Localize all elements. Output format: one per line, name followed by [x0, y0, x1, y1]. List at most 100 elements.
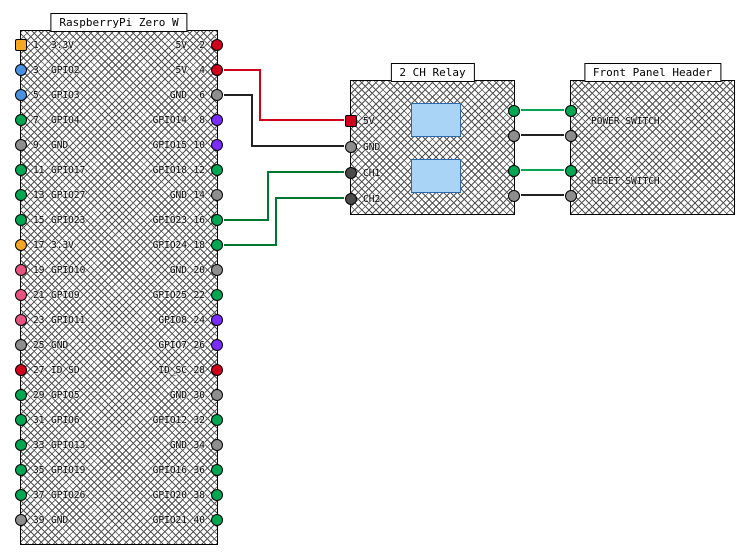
pi-pin-num-23: 23: [33, 315, 44, 326]
fph-left-pin-3: [565, 190, 577, 202]
pi-pin-num-3: 3: [33, 65, 39, 76]
pi-pin-num-15: 15: [33, 215, 44, 226]
pi-pin-label-34: GND: [170, 440, 187, 451]
pi-pin-22: [211, 289, 223, 301]
pi-pin-num-12: 12: [194, 165, 205, 176]
pi-pin-14: [211, 189, 223, 201]
pi-pin-35: [15, 464, 27, 476]
pi-pin-label-10: GPIO15: [153, 140, 187, 151]
pi-pin-32: [211, 414, 223, 426]
pi-pin-label-28: ID_SC: [158, 365, 187, 376]
pi-pin-8: [211, 114, 223, 126]
pi-pin-label-1: 3.3V: [51, 40, 74, 51]
pi-pin-28: [211, 364, 223, 376]
pi-pin-21: [15, 289, 27, 301]
relay-left-pin-1: [345, 141, 357, 153]
pi-pin-num-8: 8: [199, 115, 205, 126]
pi-pin-num-2: 2: [199, 40, 205, 51]
board-raspberry-pi: RaspberryPi Zero W 13.3V3GPIO25GPIO37GPI…: [20, 30, 218, 545]
relay-left-label-3: CH2: [363, 194, 380, 205]
pi-pin-label-15: GPIO23: [51, 215, 85, 226]
pi-pin-6: [211, 89, 223, 101]
wire-pi-r-6-to-relay-l-1: [224, 95, 344, 146]
pi-pin-4: [211, 64, 223, 76]
pi-pin-24: [211, 314, 223, 326]
pi-pin-29: [15, 389, 27, 401]
pi-pin-num-10: 10: [194, 140, 205, 151]
pi-pin-num-14: 14: [194, 190, 205, 201]
pi-pin-num-21: 21: [33, 290, 44, 301]
pi-pin-label-40: GPIO21: [153, 515, 187, 526]
pi-pin-num-32: 32: [194, 415, 205, 426]
pi-pin-label-4: 5V: [176, 65, 187, 76]
pi-pin-num-28: 28: [194, 365, 205, 376]
pi-pin-label-13: GPIO27: [51, 190, 85, 201]
pi-pin-34: [211, 439, 223, 451]
wire-pi-r-4-to-relay-l-0: [224, 70, 344, 120]
relay-left-label-1: GND: [363, 142, 380, 153]
pi-pin-num-26: 26: [194, 340, 205, 351]
pi-pin-2: [211, 39, 223, 51]
pi-pin-7: [15, 114, 27, 126]
pi-pin-num-30: 30: [194, 390, 205, 401]
pi-title: RaspberryPi Zero W: [50, 13, 187, 32]
pi-pin-23: [15, 314, 27, 326]
pi-pin-label-21: GPIO9: [51, 290, 80, 301]
pi-pin-num-36: 36: [194, 465, 205, 476]
pi-pin-num-9: 9: [33, 140, 39, 151]
pi-pin-label-22: GPIO25: [153, 290, 187, 301]
pi-pin-num-6: 6: [199, 90, 205, 101]
relay-right-pin-1: [508, 130, 520, 142]
pi-pin-17: [15, 239, 27, 251]
pi-pin-30: [211, 389, 223, 401]
pi-pin-1: [15, 39, 27, 51]
board-front-panel-header: Front Panel Header POWER SWITCHRESET SWI…: [570, 80, 735, 215]
relay-left-label-0: 5V: [363, 116, 374, 127]
pi-pin-num-4: 4: [199, 65, 205, 76]
pi-pin-label-19: GPIO10: [51, 265, 85, 276]
pi-pin-label-16: GPIO23: [153, 215, 187, 226]
pi-pin-19: [15, 264, 27, 276]
pi-pin-label-26: GPIO7: [158, 340, 187, 351]
pi-pin-label-20: GND: [170, 265, 187, 276]
pi-pin-label-3: GPIO2: [51, 65, 80, 76]
pi-pin-label-7: GPIO4: [51, 115, 80, 126]
pi-pin-label-23: GPIO11: [51, 315, 85, 326]
pi-pin-num-17: 17: [33, 240, 44, 251]
pi-pin-num-5: 5: [33, 90, 39, 101]
pi-pin-25: [15, 339, 27, 351]
pi-pin-label-12: GPIO18: [153, 165, 187, 176]
pi-pin-num-29: 29: [33, 390, 44, 401]
pi-pin-39: [15, 514, 27, 526]
pi-pin-16: [211, 214, 223, 226]
pi-pin-label-31: GPIO6: [51, 415, 80, 426]
pi-pin-label-2: 5V: [176, 40, 187, 51]
pi-pin-label-14: GND: [170, 190, 187, 201]
pi-pin-label-29: GPIO5: [51, 390, 80, 401]
pi-pin-label-17: 3.3V: [51, 240, 74, 251]
pi-pin-26: [211, 339, 223, 351]
pi-pin-num-33: 33: [33, 440, 44, 451]
pi-pin-label-30: GND: [170, 390, 187, 401]
relay-block-2: [411, 159, 461, 193]
pi-pin-31: [15, 414, 27, 426]
pi-pin-label-11: GPIO17: [51, 165, 85, 176]
relay-block-1: [411, 103, 461, 137]
board-relay: 2 CH Relay 5VGNDCH1CH2: [350, 80, 515, 215]
pi-pin-20: [211, 264, 223, 276]
pi-pin-label-35: GPIO19: [51, 465, 85, 476]
relay-left-pin-2: [345, 167, 357, 179]
fph-label-1: RESET SWITCH: [591, 176, 660, 187]
pi-pin-label-24: GPIO8: [158, 315, 187, 326]
pi-pin-label-18: GPIO24: [153, 240, 187, 251]
pi-pin-num-18: 18: [194, 240, 205, 251]
pi-pin-num-19: 19: [33, 265, 44, 276]
relay-right-pin-0: [508, 105, 520, 117]
pi-pin-27: [15, 364, 27, 376]
pi-pin-num-40: 40: [194, 515, 205, 526]
pi-pin-num-7: 7: [33, 115, 39, 126]
pi-pin-11: [15, 164, 27, 176]
pi-pin-num-31: 31: [33, 415, 44, 426]
pi-pin-label-9: GND: [51, 140, 68, 151]
pi-pin-num-24: 24: [194, 315, 205, 326]
